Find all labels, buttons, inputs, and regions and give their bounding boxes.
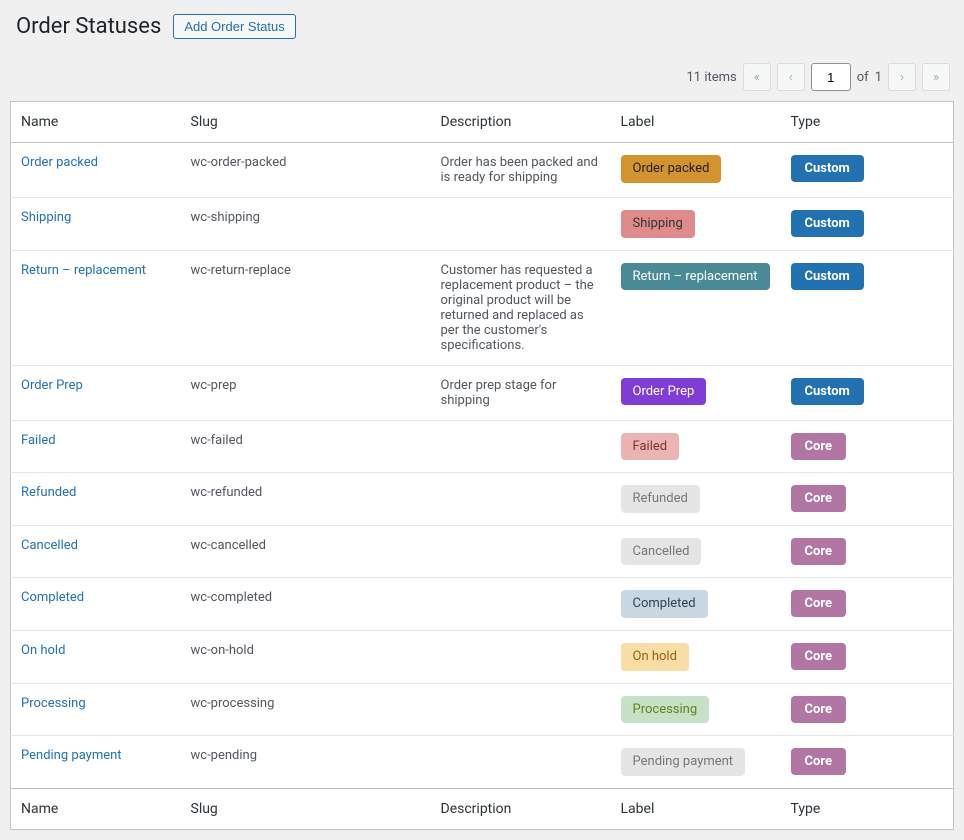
- row-slug: wc-cancelled: [181, 525, 431, 578]
- page-header: Order Statuses Add Order Status: [16, 14, 954, 39]
- table-row: Shipping wc-shipping Shipping Custom: [11, 198, 954, 251]
- type-badge: Custom: [791, 263, 864, 290]
- table-row: Return – replacementwc-return-replaceCus…: [11, 250, 954, 365]
- status-label-badge: Order packed: [621, 155, 722, 183]
- row-name-link[interactable]: Pending payment: [21, 748, 122, 763]
- col-description: Description: [431, 788, 611, 829]
- row-description: [431, 198, 611, 251]
- type-badge: Core: [791, 643, 847, 670]
- row-name-link[interactable]: Order packed: [21, 155, 98, 170]
- col-label: Label: [611, 102, 781, 143]
- table-row: Refunded wc-refunded Refunded Core: [11, 473, 954, 526]
- row-description: Order has been packed and is ready for s…: [431, 143, 611, 198]
- col-type: Type: [781, 788, 954, 829]
- row-name-link[interactable]: Completed: [21, 590, 84, 605]
- row-slug: wc-pending: [181, 736, 431, 789]
- status-label-badge: Failed: [621, 433, 680, 461]
- items-count: 11 items: [686, 70, 736, 85]
- table-footer-row: Name Slug Description Label Type: [11, 788, 954, 829]
- row-slug: wc-processing: [181, 683, 431, 736]
- row-description: [431, 525, 611, 578]
- col-type: Type: [781, 102, 954, 143]
- status-label-badge: Completed: [621, 590, 708, 618]
- pagination: 11 items « ‹ of 1 › »: [10, 57, 954, 101]
- row-slug: wc-failed: [181, 420, 431, 473]
- table-row: Cancelled wc-cancelled Cancelled Core: [11, 525, 954, 578]
- col-name[interactable]: Name: [11, 788, 181, 829]
- status-label-badge: Order Prep: [621, 378, 707, 406]
- row-slug: wc-on-hold: [181, 630, 431, 683]
- row-slug: wc-completed: [181, 578, 431, 631]
- type-badge: Core: [791, 590, 847, 617]
- last-page-button[interactable]: »: [922, 63, 950, 91]
- next-page-button[interactable]: ›: [888, 63, 916, 91]
- row-name-link[interactable]: Refunded: [21, 485, 76, 500]
- first-page-button[interactable]: «: [743, 63, 771, 91]
- col-description: Description: [431, 102, 611, 143]
- row-slug: wc-return-replace: [181, 250, 431, 365]
- type-badge: Core: [791, 485, 847, 512]
- status-label-badge: On hold: [621, 643, 689, 671]
- table-header-row: Name Slug Description Label Type: [11, 102, 954, 143]
- type-badge: Core: [791, 748, 847, 775]
- table-row: Order packed wc-order-packedOrder has bee…: [11, 143, 954, 198]
- row-slug: wc-order-packed: [181, 143, 431, 198]
- status-label-badge: Pending payment: [621, 748, 746, 776]
- total-pages: 1: [875, 70, 882, 85]
- status-label-badge: Processing: [621, 696, 710, 724]
- row-description: [431, 578, 611, 631]
- col-slug: Slug: [181, 102, 431, 143]
- order-statuses-table: Name Slug Description Label Type Order p…: [10, 101, 954, 830]
- type-badge: Custom: [791, 210, 864, 237]
- prev-page-button[interactable]: ‹: [777, 63, 805, 91]
- status-label-badge: Return – replacement: [621, 263, 770, 291]
- type-badge: Custom: [791, 155, 864, 182]
- type-badge: Core: [791, 696, 847, 723]
- row-description: [431, 473, 611, 526]
- row-description: Customer has requested a replacement pro…: [431, 250, 611, 365]
- row-name-link[interactable]: Cancelled: [21, 538, 78, 553]
- col-name[interactable]: Name: [11, 102, 181, 143]
- row-description: [431, 736, 611, 789]
- type-badge: Custom: [791, 378, 864, 405]
- row-name-link[interactable]: Failed: [21, 433, 56, 448]
- row-name-link[interactable]: Shipping: [21, 210, 71, 225]
- type-badge: Core: [791, 538, 847, 565]
- table-row: Processing wc-processing Processing Core: [11, 683, 954, 736]
- row-description: [431, 683, 611, 736]
- row-slug: wc-refunded: [181, 473, 431, 526]
- row-slug: wc-shipping: [181, 198, 431, 251]
- row-name-link[interactable]: Processing: [21, 696, 86, 711]
- row-description: [431, 420, 611, 473]
- table-row: Failed wc-failed Failed Core: [11, 420, 954, 473]
- status-label-badge: Shipping: [621, 210, 695, 238]
- status-label-badge: Refunded: [621, 485, 700, 513]
- add-order-status-button[interactable]: Add Order Status: [173, 14, 295, 39]
- row-name-link[interactable]: On hold: [21, 643, 65, 658]
- col-label: Label: [611, 788, 781, 829]
- row-slug: wc-prep: [181, 365, 431, 420]
- type-badge: Core: [791, 433, 847, 460]
- row-description: [431, 630, 611, 683]
- current-page-input[interactable]: [811, 63, 851, 91]
- row-name-link[interactable]: Return – replacement: [21, 263, 146, 278]
- row-name-link[interactable]: Order Prep: [21, 378, 83, 393]
- row-description: Order prep stage for shipping: [431, 365, 611, 420]
- table-row: Completed wc-completed Completed Core: [11, 578, 954, 631]
- of-label: of: [857, 70, 869, 85]
- table-row: Pending payment wc-pending Pending payment…: [11, 736, 954, 789]
- col-slug: Slug: [181, 788, 431, 829]
- table-row: Order Prep wc-prepOrder prep stage for sh…: [11, 365, 954, 420]
- table-row: On hold wc-on-hold On hold Core: [11, 630, 954, 683]
- page-title: Order Statuses: [16, 14, 161, 39]
- status-label-badge: Cancelled: [621, 538, 702, 566]
